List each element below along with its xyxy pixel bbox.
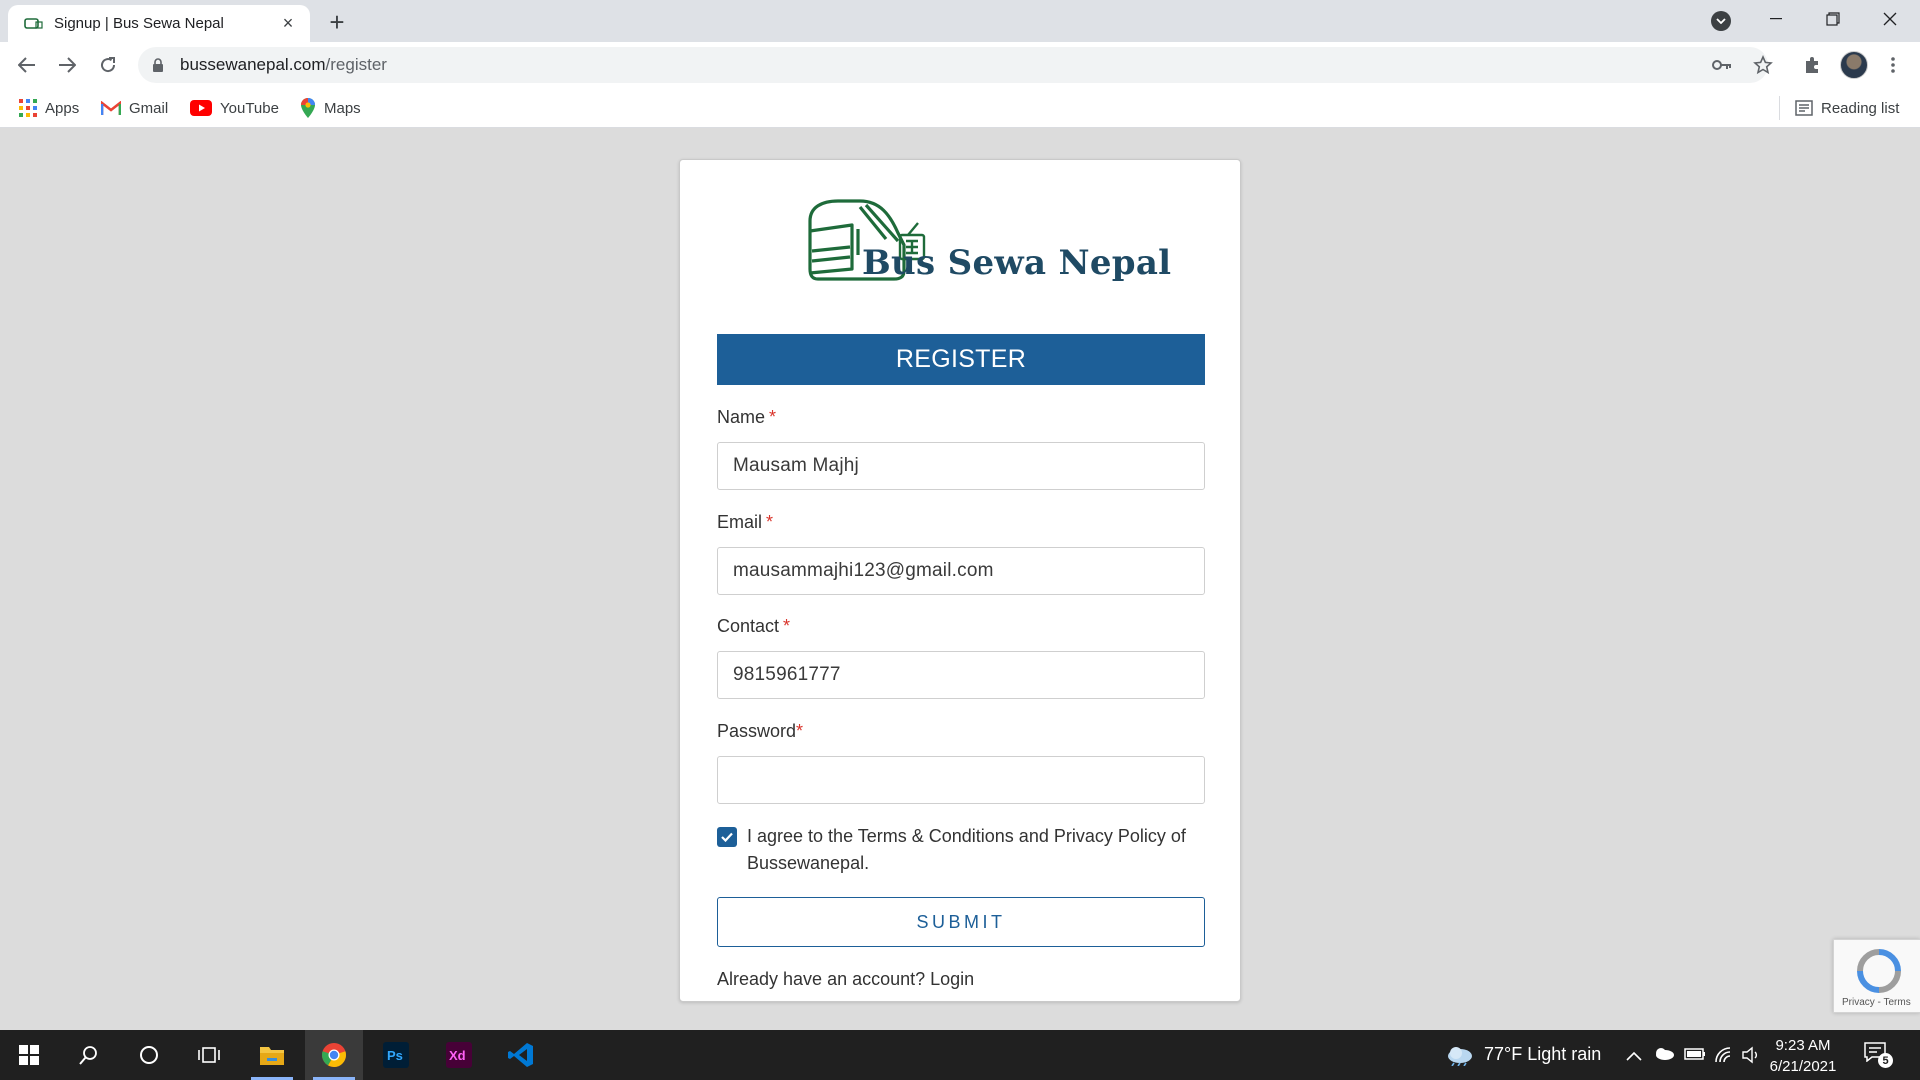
recaptcha-badge[interactable]: Privacy - Terms xyxy=(1833,939,1920,1013)
bookmark-youtube[interactable]: YouTube xyxy=(190,97,279,119)
name-label: Name * xyxy=(717,407,777,427)
clock-time: 9:23 AM xyxy=(1775,1037,1831,1054)
file-explorer-icon[interactable] xyxy=(243,1030,301,1080)
extensions-puzzle-icon[interactable] xyxy=(1797,50,1827,80)
email-label: Email * xyxy=(717,512,774,532)
bookmark-apps[interactable]: Apps xyxy=(19,97,79,119)
tab-strip: Signup | Bus Sewa Nepal × + xyxy=(0,0,1920,42)
register-card: Bus Sewa Nepal REGISTER Name * Mausam Maj… xyxy=(679,159,1241,1002)
profile-avatar[interactable] xyxy=(1840,51,1868,79)
logo-text: Bus Sewa Nepal xyxy=(862,243,1172,283)
bookmark-maps[interactable]: Maps xyxy=(300,97,361,119)
reload-icon[interactable] xyxy=(93,50,123,80)
reading-list-icon xyxy=(1795,100,1813,116)
bus-favicon-icon xyxy=(24,16,44,32)
youtube-icon xyxy=(190,100,212,116)
name-field[interactable]: Mausam Majhj xyxy=(717,442,1205,490)
wifi-icon[interactable] xyxy=(1714,1046,1734,1069)
menu-kebab-icon[interactable] xyxy=(1878,50,1908,80)
back-arrow-icon[interactable] xyxy=(12,50,42,80)
weather-cloud-icon[interactable] xyxy=(1446,1044,1474,1071)
browser-toolbar: bussewanepal.com/register xyxy=(0,42,1920,88)
register-heading: REGISTER xyxy=(717,334,1205,385)
agree-checkbox[interactable] xyxy=(717,827,737,847)
new-tab-button[interactable]: + xyxy=(322,7,352,37)
onedrive-cloud-icon[interactable] xyxy=(1653,1047,1675,1066)
system-clock[interactable]: 9:23 AM 6/21/2021 xyxy=(1758,1035,1848,1077)
forward-arrow-icon[interactable] xyxy=(52,50,82,80)
password-field[interactable] xyxy=(717,756,1205,804)
battery-icon[interactable] xyxy=(1684,1047,1706,1066)
notification-count-badge: 5 xyxy=(1878,1053,1893,1068)
bookmark-label: Apps xyxy=(45,99,80,117)
chevron-up-icon[interactable] xyxy=(1626,1048,1642,1066)
tab-search-icon[interactable] xyxy=(1711,11,1731,31)
windows-taskbar: Ps Xd 77°F Light rain 9:23 AM 6/21/2021 … xyxy=(0,1030,1920,1080)
reading-list-button[interactable]: Reading list xyxy=(1795,97,1899,119)
task-view-icon[interactable] xyxy=(180,1030,238,1080)
bookmark-label: Maps xyxy=(324,99,361,117)
recaptcha-icon xyxy=(1857,949,1901,993)
bookmark-label: YouTube xyxy=(220,99,279,117)
key-icon[interactable] xyxy=(1707,50,1737,80)
search-icon[interactable] xyxy=(60,1030,118,1080)
gmail-icon xyxy=(101,100,121,116)
vscode-icon[interactable] xyxy=(492,1030,550,1080)
bookmarks-divider xyxy=(1779,96,1780,120)
svg-text:Xd: Xd xyxy=(449,1048,466,1063)
chrome-icon[interactable] xyxy=(305,1030,363,1080)
adobe-xd-icon[interactable]: Xd xyxy=(430,1030,488,1080)
agree-terms-label[interactable]: I agree to the Terms & Conditions and Pr… xyxy=(747,823,1197,877)
bookmark-star-icon[interactable] xyxy=(1748,50,1778,80)
login-link[interactable]: Already have an account? Login xyxy=(717,969,974,990)
clock-date: 6/21/2021 xyxy=(1769,1058,1837,1075)
bookmark-gmail[interactable]: Gmail xyxy=(101,97,168,119)
address-bar[interactable]: bussewanepal.com/register xyxy=(138,47,1768,83)
page-viewport: Bus Sewa Nepal REGISTER Name * Mausam Maj… xyxy=(0,129,1920,1030)
contact-field[interactable]: 9815961777 xyxy=(717,651,1205,699)
browser-tab[interactable]: Signup | Bus Sewa Nepal × xyxy=(8,5,310,42)
bookmarks-bar: Apps Gmail YouTube Maps Reading list xyxy=(0,88,1920,128)
email-field[interactable]: mausammajhi123@gmail.com xyxy=(717,547,1205,595)
svg-text:Ps: Ps xyxy=(387,1048,403,1063)
weather-text[interactable]: 77°F Light rain xyxy=(1484,1044,1601,1065)
minimize-icon[interactable] xyxy=(1748,0,1804,38)
submit-button[interactable]: SUBMIT xyxy=(717,897,1205,947)
maps-pin-icon xyxy=(300,98,316,118)
windows-start-icon[interactable] xyxy=(0,1030,58,1080)
notifications-button[interactable]: 5 xyxy=(1864,1042,1894,1070)
lock-icon[interactable] xyxy=(152,58,166,72)
apps-grid-icon xyxy=(19,99,37,117)
recaptcha-links[interactable]: Privacy - Terms xyxy=(1842,997,1911,1008)
tab-title: Signup | Bus Sewa Nepal xyxy=(54,15,224,32)
url-text: bussewanepal.com/register xyxy=(180,55,387,74)
restore-icon[interactable] xyxy=(1805,0,1861,38)
reading-list-label: Reading list xyxy=(1821,99,1900,117)
tab-close-icon[interactable]: × xyxy=(278,13,298,34)
window-close-icon[interactable] xyxy=(1862,0,1918,38)
contact-label: Contact * xyxy=(717,616,791,636)
password-label: Password* xyxy=(717,721,804,741)
bookmark-label: Gmail xyxy=(129,99,169,117)
cortana-icon[interactable] xyxy=(120,1030,178,1080)
photoshop-icon[interactable]: Ps xyxy=(367,1030,425,1080)
